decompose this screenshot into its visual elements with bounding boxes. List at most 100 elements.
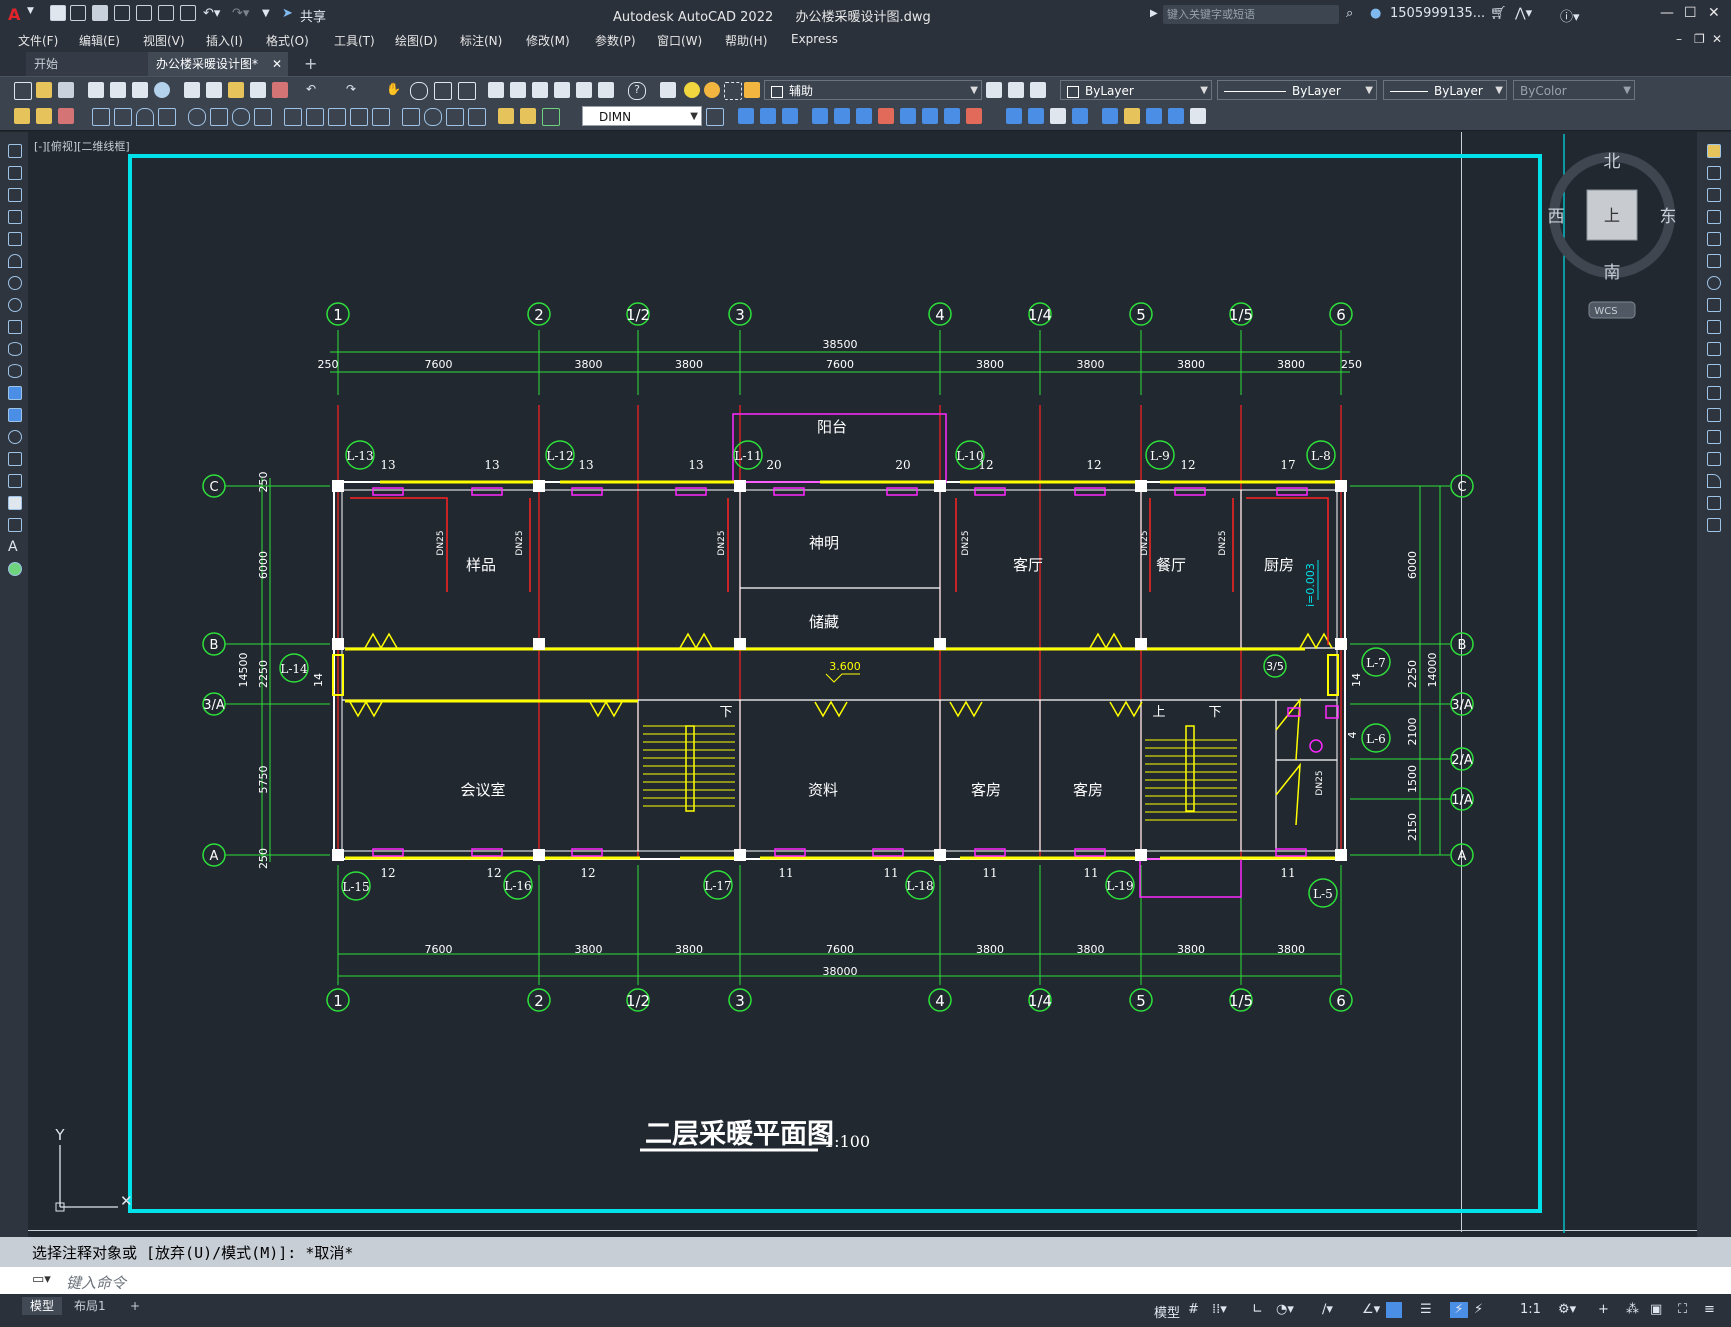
tab-model[interactable]: 模型 <box>22 1297 63 1315</box>
snap-icon[interactable]: ⁞⁞▾ <box>1212 1302 1227 1318</box>
column <box>1135 638 1147 650</box>
stair-down: 下 <box>719 705 732 720</box>
axis-label: 5 <box>1136 992 1146 1010</box>
axis-label: A <box>210 849 219 864</box>
axis-label: 5 <box>1136 306 1146 324</box>
hardware-accel-icon[interactable]: ▣ <box>1650 1302 1662 1318</box>
command-input[interactable]: 键入命令 <box>66 1272 126 1293</box>
riser-label: L-14 <box>280 662 308 676</box>
dim-text: 14000 <box>1426 653 1439 688</box>
radiator-count: 11 <box>778 866 793 880</box>
axis-label: B <box>210 638 219 653</box>
drawing-sheet: 11221/21/233441/41/4551/51/566CB3/AACB3/… <box>54 134 1677 1233</box>
radiator-count: 14 <box>1350 673 1363 687</box>
radiator-count: 12 <box>1180 458 1195 472</box>
dim-text: 5750 <box>257 766 270 794</box>
room-label: 餐厅 <box>1156 556 1186 574</box>
radiator <box>372 848 404 857</box>
isolate-icon[interactable]: ⁂ <box>1626 1302 1639 1318</box>
radiator-count: 12 <box>380 866 395 880</box>
command-history: 选择注释对象或 [放弃(U)/模式(M)]: *取消* <box>0 1237 1731 1267</box>
radiator-count: 13 <box>484 458 499 472</box>
add-layout-button[interactable]: + <box>122 1297 148 1315</box>
column <box>1335 480 1347 492</box>
dim-text: 1500 <box>1406 765 1419 793</box>
branch-pipe <box>350 497 448 592</box>
axis-label: 3 <box>735 306 745 324</box>
compass-south[interactable]: 南 <box>1604 263 1621 283</box>
command-history-text: 选择注释对象或 [放弃(U)/模式(M)]: *取消* <box>32 1244 354 1262</box>
pipe-size: DN25 <box>436 530 446 555</box>
ortho-icon[interactable]: ∟ <box>1252 1302 1263 1318</box>
lineweight-toggle-icon[interactable] <box>1386 1302 1402 1318</box>
dim-text: 250 <box>318 358 339 371</box>
plus-icon[interactable]: + <box>1598 1302 1609 1318</box>
axis-label: C <box>209 480 218 495</box>
radiator <box>571 487 603 496</box>
room-label: 神明 <box>809 534 839 552</box>
transparency-icon[interactable]: ☰ <box>1420 1302 1432 1318</box>
compass-east[interactable]: 东 <box>1660 207 1677 227</box>
expansion-joint <box>1299 632 1333 650</box>
radiator <box>773 487 805 496</box>
workspace-gear-icon[interactable]: ⚙▾ <box>1558 1302 1576 1318</box>
radiator <box>1276 487 1308 496</box>
ucs-icon: Y ✕ <box>54 1126 133 1212</box>
expansion-joint <box>814 700 848 718</box>
axis-label: 4 <box>935 306 945 324</box>
axis-label: 1/4 <box>1028 992 1052 1010</box>
annotation-visibility-icon[interactable]: ⚡ <box>1450 1302 1468 1318</box>
riser-label: L-13 <box>346 449 373 463</box>
column <box>734 480 746 492</box>
polar-icon[interactable]: ◔▾ <box>1276 1302 1294 1318</box>
column <box>1335 849 1347 861</box>
radiator <box>974 848 1006 857</box>
column <box>533 480 545 492</box>
svg-text:✕: ✕ <box>120 1192 133 1210</box>
osnap-track-icon[interactable]: ∕▾ <box>1322 1302 1333 1318</box>
dim-text: 3800 <box>1077 943 1105 956</box>
axis-label: 1/4 <box>1028 306 1052 324</box>
osnap-icon[interactable]: ∠▾ <box>1362 1302 1380 1318</box>
riser-label: L-17 <box>704 879 731 893</box>
dim-text: 7600 <box>425 358 453 371</box>
radiator <box>471 848 503 857</box>
axis-label: 1/2 <box>626 992 650 1010</box>
grid-icon[interactable]: # <box>1188 1302 1199 1318</box>
axis-label: 2 <box>534 992 544 1010</box>
command-prompt-icon[interactable]: ▭▾ <box>32 1272 51 1287</box>
radiator <box>872 848 904 857</box>
axis-label: 1/5 <box>1229 306 1253 324</box>
axis-label: A <box>1458 849 1467 864</box>
radiator-count: 12 <box>486 866 501 880</box>
radiator-count: 13 <box>578 458 593 472</box>
dim-text: 38500 <box>823 338 858 351</box>
clean-screen-icon[interactable]: ⛶ <box>1678 1302 1687 1318</box>
stair-handrail <box>1185 725 1195 812</box>
sink <box>1325 705 1339 719</box>
room-label: 样品 <box>466 556 496 574</box>
column <box>734 849 746 861</box>
viewcube[interactable]: 上 北 南 东 西 WCS <box>1548 152 1677 319</box>
tab-layout1[interactable]: 布局1 <box>66 1297 114 1315</box>
dim-text: 3800 <box>675 358 703 371</box>
axis-label: 1 <box>333 992 343 1010</box>
radiator-count: 11 <box>1280 866 1295 880</box>
room-label: 储藏 <box>809 613 839 631</box>
customize-icon[interactable]: ≡ <box>1704 1302 1715 1318</box>
room-label: 阳台 <box>817 418 847 436</box>
axis-label: 3/A <box>203 698 225 713</box>
dim-text: 2150 <box>1406 813 1419 841</box>
room-label: 客厅 <box>1013 556 1043 574</box>
radiator <box>372 487 404 496</box>
compass-west[interactable]: 西 <box>1548 207 1565 227</box>
annotation-scale[interactable]: 1:1 <box>1520 1302 1541 1318</box>
model-space-button[interactable]: 模型 <box>1154 1302 1180 1321</box>
dim-text: 6000 <box>257 551 270 579</box>
column <box>734 638 746 650</box>
axis-label: 4 <box>935 992 945 1010</box>
auto-scale-icon[interactable]: ⚡ <box>1474 1302 1483 1318</box>
command-line[interactable]: ▭▾ 键入命令 <box>0 1267 1731 1294</box>
compass-north[interactable]: 北 <box>1604 152 1621 172</box>
dim-text: 3800 <box>1077 358 1105 371</box>
